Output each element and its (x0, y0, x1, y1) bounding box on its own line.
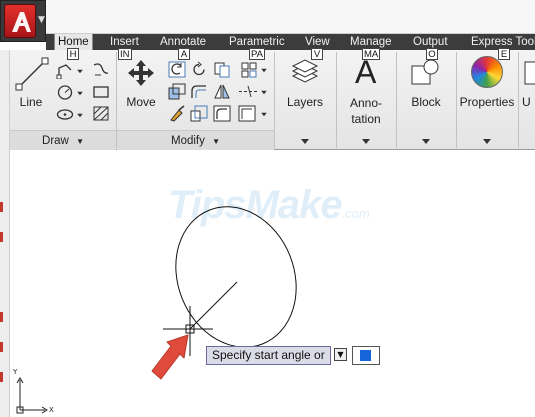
group-separator (396, 52, 397, 148)
rectangle-icon[interactable] (92, 83, 110, 100)
block-label: Block (411, 95, 441, 109)
dynamic-input-field[interactable] (352, 346, 380, 365)
block-dropdown-icon (422, 139, 430, 144)
edit-dropdown-icon[interactable] (261, 112, 267, 117)
watermark-text: TipsMake (168, 183, 343, 227)
keytip-home: H (67, 48, 79, 60)
spline-icon[interactable] (92, 61, 110, 78)
quick-access-toolbar (46, 0, 535, 34)
properties-button[interactable]: Properties (458, 54, 516, 150)
properties-dropdown-icon (483, 139, 491, 144)
edge-marker (0, 342, 3, 352)
ucs-x-label: X (49, 406, 54, 414)
explode-icon[interactable] (238, 83, 258, 100)
trim-icon[interactable] (190, 61, 208, 78)
keytip-annotate: A (178, 48, 190, 60)
edge-marker (0, 232, 3, 242)
offset-icon[interactable] (213, 105, 231, 122)
utilities-button[interactable]: U (520, 54, 535, 150)
group-separator (274, 52, 275, 148)
erase-icon[interactable] (168, 105, 186, 122)
move-label: Move (126, 95, 156, 109)
watermark-suffix: .com (341, 206, 370, 221)
application-menu-button[interactable]: ▼ (0, 0, 46, 42)
watermark: TipsMake.com (168, 183, 370, 228)
polyline-dropdown-icon[interactable] (77, 69, 83, 74)
command-prompt-text: Specify start angle or (212, 348, 325, 362)
arrow-down-icon[interactable]: ▼ (334, 348, 347, 361)
group-separator (518, 52, 519, 148)
move-button[interactable]: Move (120, 54, 162, 118)
polyline-icon[interactable] (56, 62, 74, 79)
circle-dropdown-icon[interactable] (77, 91, 83, 96)
group-separator (456, 52, 457, 148)
annotation-button[interactable]: A Anno- tation (338, 54, 394, 150)
modify-group-footer[interactable]: Modify ▼ (117, 130, 274, 150)
ribbon-panel: Line Draw ▼ Move Modify ▼ Layers A Anno-… (10, 50, 535, 150)
input-cursor (360, 350, 371, 361)
annotation-label: Anno- tation (349, 96, 383, 126)
keytip-insert: IN (118, 48, 132, 60)
move-icon (128, 60, 154, 86)
draw-group-footer[interactable]: Draw ▼ (10, 130, 116, 150)
dynamic-input-prompt: Specify start angle or (206, 346, 331, 365)
mirror-icon[interactable] (213, 83, 231, 100)
stretch-icon[interactable] (168, 83, 186, 100)
ellipse-dropdown-icon[interactable] (77, 113, 83, 118)
hatch-icon[interactable] (92, 105, 110, 122)
color-wheel-icon (471, 56, 503, 88)
keytip-express-tools: E (498, 48, 510, 60)
rotate-icon[interactable] (168, 61, 186, 78)
ellipse-icon[interactable] (56, 106, 74, 123)
line-icon (15, 57, 49, 91)
keytip-view: V (311, 48, 323, 60)
layers-label: Layers (286, 95, 324, 109)
edit-polyline-icon[interactable] (238, 105, 256, 122)
group-separator (336, 52, 337, 148)
keytip-manage: MA (362, 48, 381, 60)
block-icon (411, 59, 439, 85)
line-label: Line (19, 95, 43, 109)
properties-label: Properties (459, 95, 515, 109)
line-button[interactable]: Line (10, 54, 52, 118)
explode-dropdown-icon[interactable] (261, 90, 267, 95)
copy-icon[interactable] (213, 61, 231, 78)
utilities-icon (524, 61, 535, 85)
utilities-label: U (522, 95, 531, 109)
annotation-dropdown-icon (362, 139, 370, 144)
left-edge-strip (0, 50, 10, 417)
array-dropdown-icon[interactable] (261, 68, 267, 73)
block-button[interactable]: Block (398, 54, 454, 150)
autocad-logo-icon (4, 4, 36, 38)
modify-group-label: Modify (171, 135, 205, 147)
edge-marker (0, 312, 3, 322)
array-icon[interactable] (240, 61, 258, 78)
circle-icon[interactable] (56, 84, 74, 101)
layers-button[interactable]: Layers (276, 54, 334, 150)
keytip-parametric: PA (249, 48, 265, 60)
chevron-down-icon: ▼ (38, 15, 45, 25)
edge-marker (0, 372, 3, 382)
chevron-down-icon: ▼ (212, 137, 220, 146)
edge-marker (0, 202, 3, 212)
fillet-icon[interactable] (190, 83, 208, 100)
layers-dropdown-icon (301, 139, 309, 144)
chevron-down-icon: ▼ (76, 137, 84, 146)
keytip-output: O (426, 48, 438, 60)
scale-icon[interactable] (190, 105, 208, 122)
layers-icon (291, 59, 319, 83)
ucs-y-label: Y (13, 368, 18, 376)
draw-group-label: Draw (42, 135, 69, 147)
